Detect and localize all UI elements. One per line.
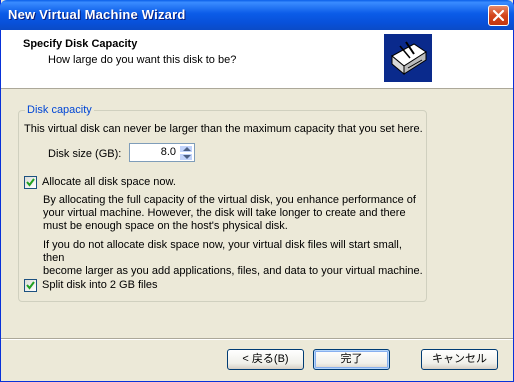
allocate-note: If you do not allocate disk space now, y…	[43, 239, 423, 278]
finish-button[interactable]: 完了	[313, 349, 390, 370]
window-title: New Virtual Machine Wizard	[8, 7, 186, 22]
allocate-desc-line: By allocating the full capacity of the v…	[43, 194, 416, 206]
disk-size-value[interactable]: 8.0	[161, 146, 176, 158]
arrow-down-icon	[183, 155, 191, 159]
back-button[interactable]: < 戻る(B)	[227, 349, 304, 370]
disk-size-label: Disk size (GB):	[48, 148, 122, 160]
allocate-desc-line: must be enough space on the host's physi…	[43, 220, 288, 232]
wizard-header: Specify Disk Capacity How large do you w…	[1, 30, 513, 89]
allocate-note-line: become larger as you add applications, f…	[43, 265, 423, 277]
split-disk-checkbox[interactable]	[24, 279, 37, 292]
header-subtitle: How large do you want this disk to be?	[48, 54, 237, 66]
arrow-up-icon	[183, 147, 191, 151]
title-bar[interactable]: New Virtual Machine Wizard	[0, 0, 514, 30]
spin-down-button[interactable]	[179, 153, 193, 161]
disk-size-stepper[interactable]: 8.0	[129, 143, 195, 162]
spin-up-button[interactable]	[179, 145, 193, 153]
close-icon	[492, 9, 505, 22]
footer-divider-highlight	[1, 339, 513, 340]
wizard-window: New Virtual Machine Wizard Specify Disk …	[0, 0, 514, 382]
allocate-checkbox[interactable]	[24, 176, 37, 189]
allocate-note-line: If you do not allocate disk space now, y…	[43, 239, 402, 264]
allocate-desc-line: your virtual machine. However, the disk …	[43, 207, 406, 219]
split-disk-label[interactable]: Split disk into 2 GB files	[42, 279, 158, 291]
cancel-button[interactable]: キャンセル	[421, 349, 498, 370]
close-button[interactable]	[488, 5, 509, 26]
max-capacity-note: This virtual disk can never be larger th…	[24, 123, 423, 135]
disk-capacity-group-label: Disk capacity	[25, 104, 94, 116]
allocate-description: By allocating the full capacity of the v…	[43, 194, 423, 233]
disk-drive-icon	[384, 34, 432, 82]
header-title: Specify Disk Capacity	[23, 38, 138, 50]
checkmark-icon	[26, 178, 35, 187]
checkmark-icon	[26, 281, 35, 290]
allocate-label[interactable]: Allocate all disk space now.	[42, 176, 176, 188]
